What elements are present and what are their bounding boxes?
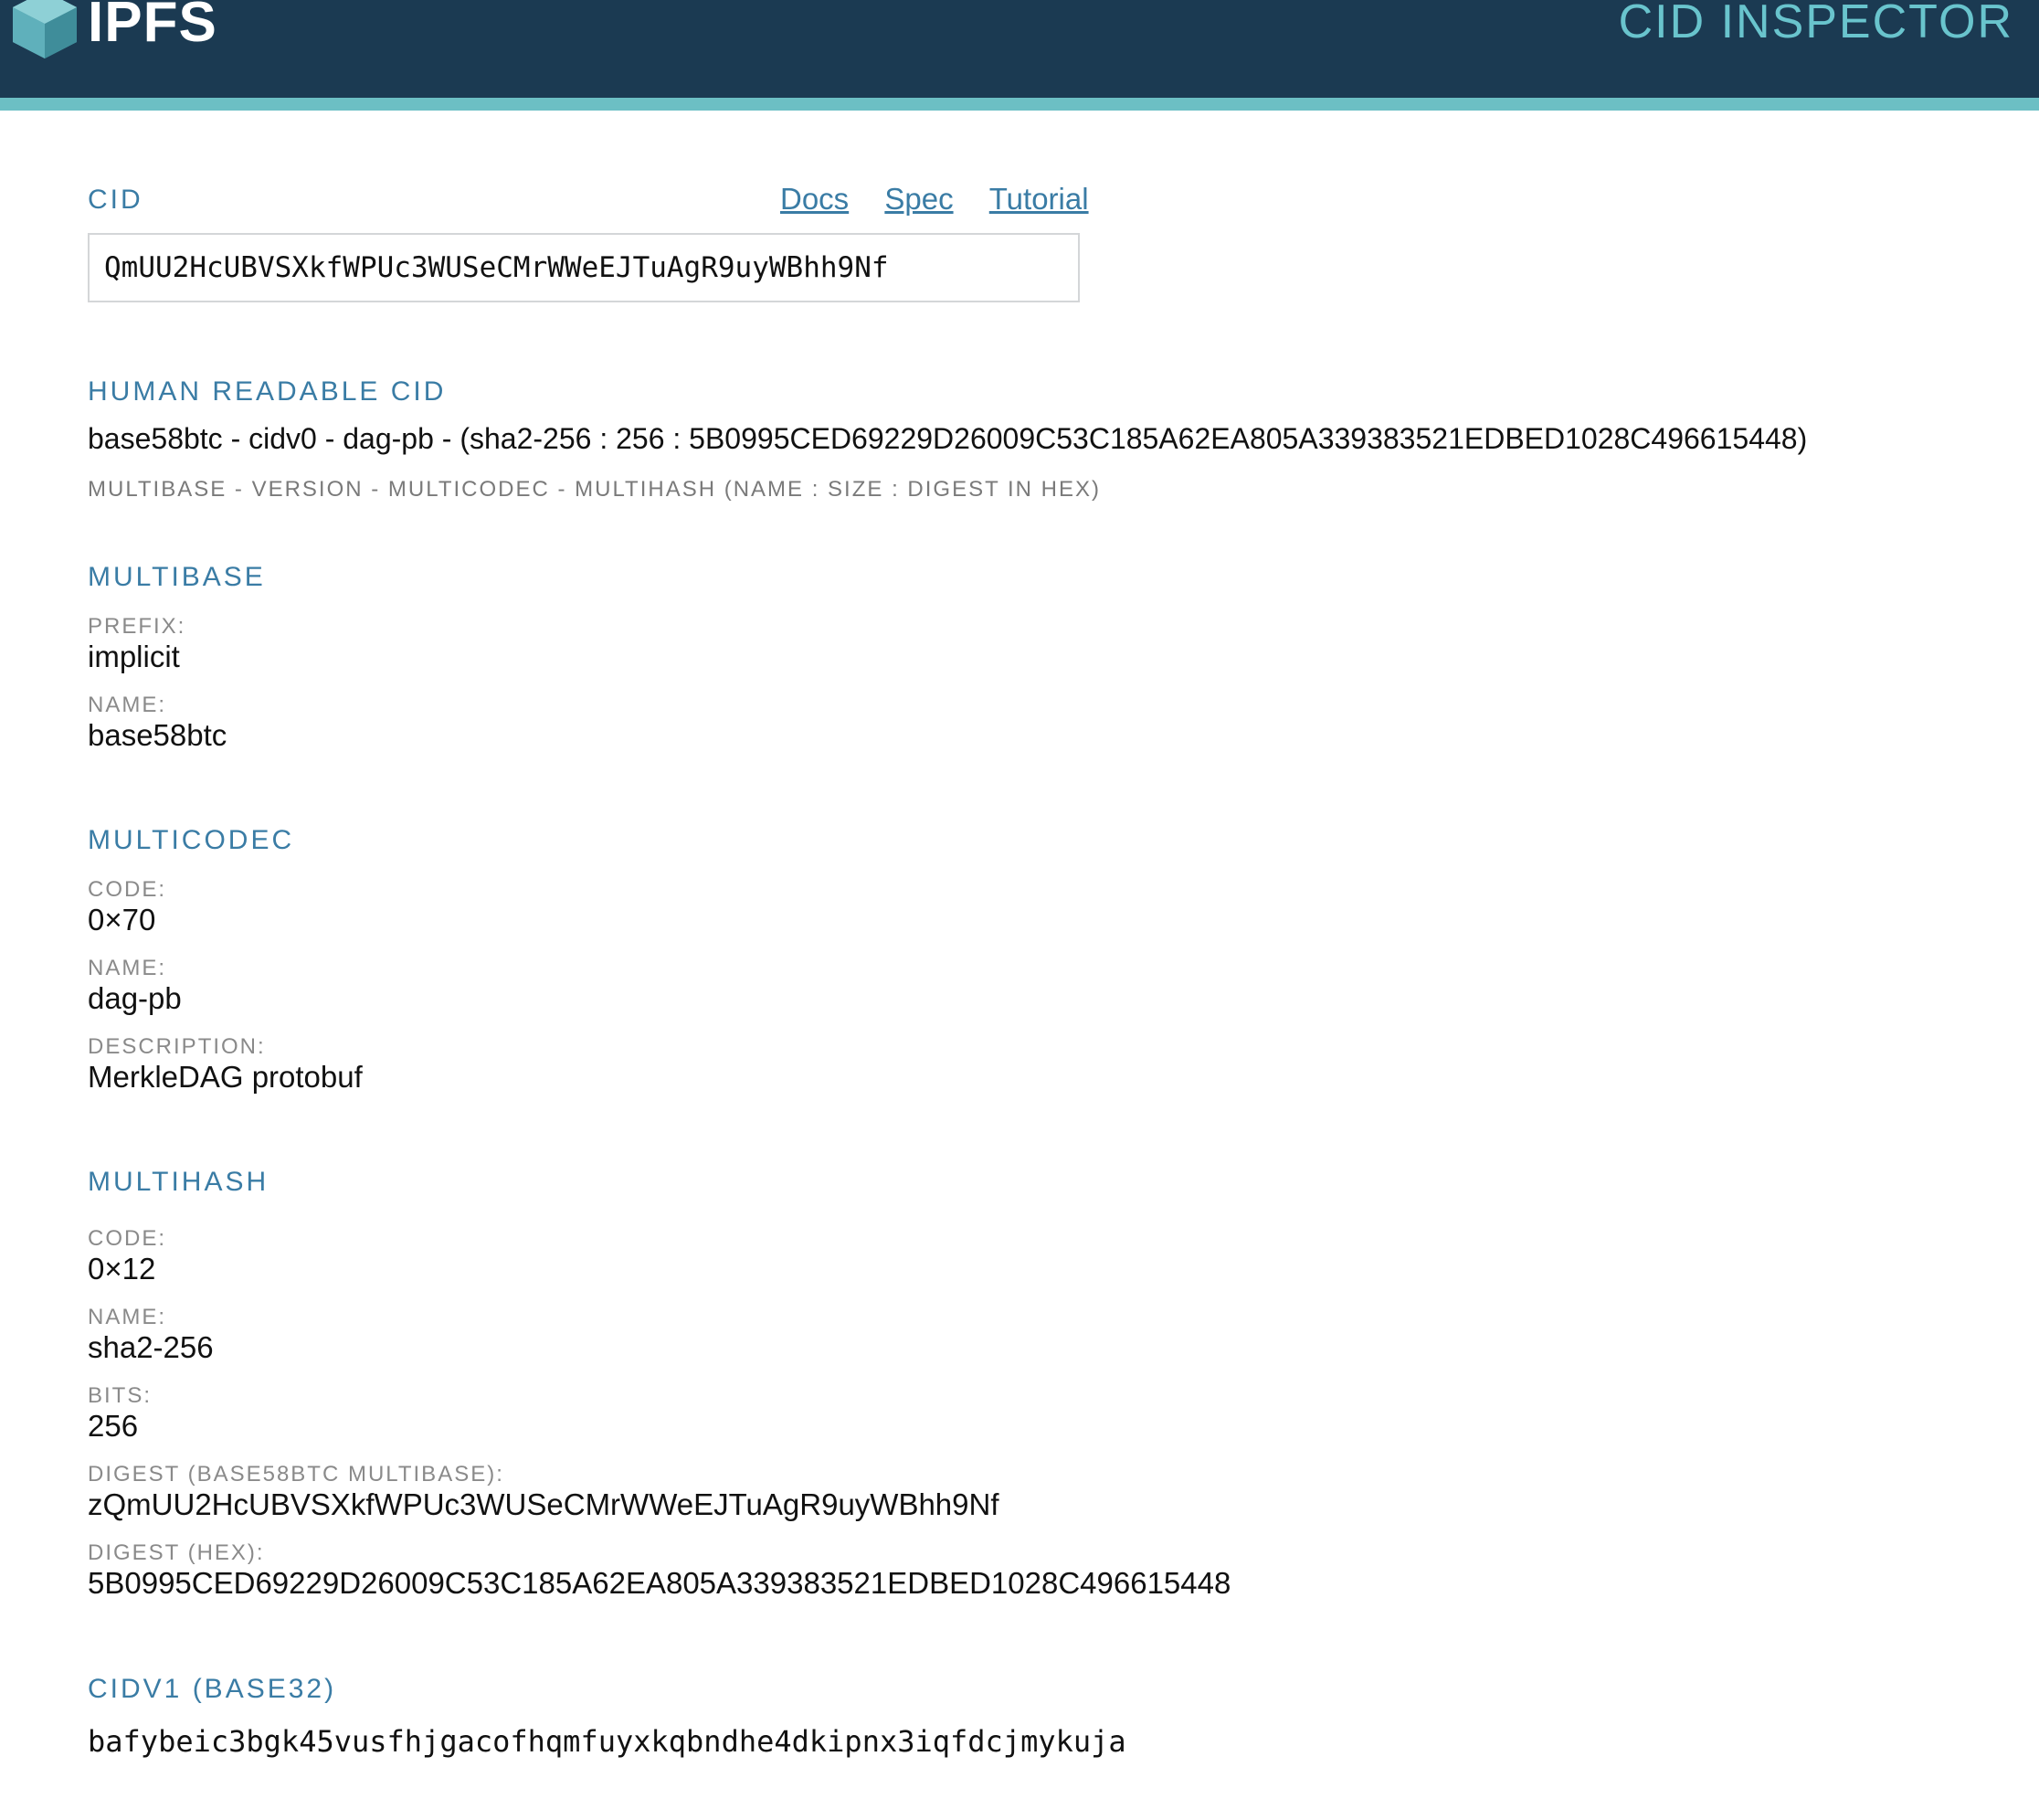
multibase-title: MULTIBASE <box>88 562 266 592</box>
cid-section-title: CID <box>88 185 143 215</box>
multihash-digest-b58-value: zQmUU2HcUBVSXkfWPUc3WUSeCMrWWeEJTuAgR9uy… <box>88 1487 999 1521</box>
cidv1-value: bafybeic3bgk45vusfhjgacofhqmfuyxkqbndhe4… <box>88 1724 1126 1759</box>
app-title: CID INSPECTOR <box>1618 0 2013 48</box>
multihash-bits-label: BITS: <box>88 1383 153 1408</box>
spec-link[interactable]: Spec <box>884 182 953 216</box>
human-readable-title: HUMAN READABLE CID <box>88 376 447 407</box>
multihash-digest-b58-label: DIGEST (BASE58BTC MULTIBASE): <box>88 1462 504 1487</box>
human-readable-caption: MULTIBASE - VERSION - MULTICODEC - MULTI… <box>88 477 1101 502</box>
cidv1-title: CIDV1 (BASE32) <box>88 1674 337 1704</box>
multicodec-description-label: DESCRIPTION: <box>88 1034 266 1059</box>
app-header: IPFS CID INSPECTOR <box>0 0 2039 98</box>
multibase-prefix-value: implicit <box>88 640 180 673</box>
multicodec-description-value: MerkleDAG protobuf <box>88 1060 363 1094</box>
multihash-code-label: CODE: <box>88 1226 167 1251</box>
doc-links: Docs Spec Tutorial <box>780 182 1089 217</box>
cid-input[interactable] <box>88 233 1080 302</box>
multihash-digest-hex-label: DIGEST (HEX): <box>88 1540 265 1565</box>
multibase-name-label: NAME: <box>88 693 167 717</box>
multicodec-title: MULTICODEC <box>88 825 295 855</box>
docs-link[interactable]: Docs <box>780 182 849 216</box>
multicodec-code-label: CODE: <box>88 877 167 902</box>
multihash-digest-hex-value: 5B0995CED69229D26009C53C185A62EA805A3393… <box>88 1566 1231 1600</box>
multicodec-code-value: 0×70 <box>88 903 156 936</box>
multihash-name-label: NAME: <box>88 1305 167 1329</box>
tutorial-link[interactable]: Tutorial <box>989 182 1089 216</box>
multihash-code-value: 0×12 <box>88 1252 156 1286</box>
multihash-name-value: sha2-256 <box>88 1330 214 1364</box>
multihash-title: MULTIHASH <box>88 1167 269 1197</box>
multibase-prefix-label: PREFIX: <box>88 614 186 639</box>
multicodec-name-value: dag-pb <box>88 981 182 1015</box>
multibase-name-value: base58btc <box>88 718 227 752</box>
human-readable-cid: base58btc - cidv0 - dag-pb - (sha2-256 :… <box>88 422 1808 455</box>
multihash-bits-value: 256 <box>88 1409 139 1443</box>
header-stripe <box>0 98 2039 111</box>
logo-text: IPFS <box>88 0 217 54</box>
ipfs-cube-icon <box>13 0 77 58</box>
multicodec-name-label: NAME: <box>88 956 167 980</box>
